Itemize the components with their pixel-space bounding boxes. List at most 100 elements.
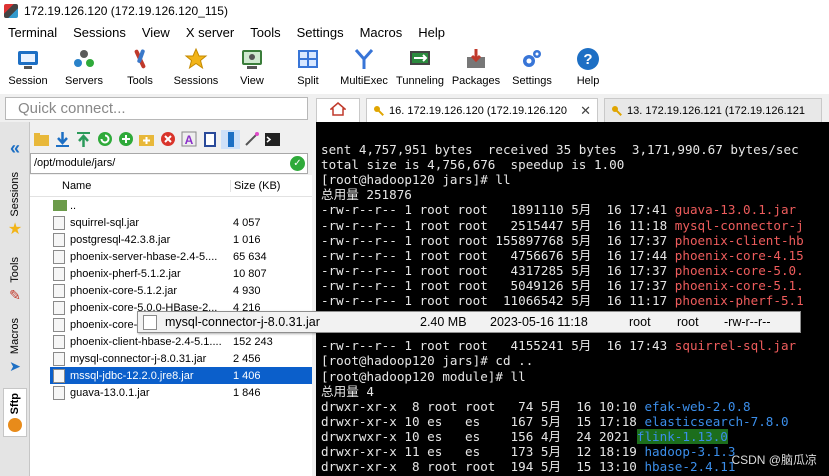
packages-button[interactable]: Packages — [448, 42, 504, 94]
terminal-line: -rw-r--r-- 1 root root 1891110 5月 16 17:… — [321, 202, 796, 217]
tab-session-16[interactable]: 16. 172.19.126.120 (172.19.126.120 ✕ — [366, 98, 598, 122]
terminal-filename: phoenix-core-4.15 — [674, 247, 804, 263]
drag-file-tooltip: mysql-connector-j-8.0.31.jar 2.40 MB 202… — [137, 311, 801, 333]
terminal-line: drwxr-xr-x 8 root root 74 5月 16 10:10 ef… — [321, 399, 751, 414]
file-row[interactable]: mysql-connector-j-8.0.31.jar 2 456 — [30, 350, 312, 367]
sessions-button[interactable]: Sessions — [168, 42, 224, 94]
download-icon[interactable] — [53, 130, 72, 149]
key-icon — [373, 105, 385, 117]
star-icon: ★ — [7, 220, 23, 238]
terminal-filename: phoenix-client-hb — [674, 232, 804, 248]
split-icon — [295, 46, 321, 72]
terminal-line-text: [root@hadoop120 module]# ll — [321, 368, 526, 384]
permissions-icon[interactable] — [221, 129, 240, 149]
file-icon — [53, 300, 65, 315]
menu-xserver[interactable]: X server — [178, 25, 242, 40]
folder-up-icon[interactable] — [32, 130, 51, 149]
file-row[interactable]: phoenix-pherf-5.1.2.jar 10 807 — [30, 265, 312, 282]
tooltip-file-size: 2.40 MB — [420, 315, 467, 329]
terminal-line-text: -rw-r--r-- 1 root root 5049126 5月 16 17:… — [321, 277, 675, 293]
menu-terminal[interactable]: Terminal — [0, 25, 65, 40]
terminal-line: -rw-r--r-- 1 root root 5049126 5月 16 17:… — [321, 278, 804, 293]
column-header-size[interactable]: Size (KB) — [230, 179, 280, 192]
tunneling-button[interactable]: Tunneling — [392, 42, 448, 94]
sftp-path-input[interactable]: /opt/module/jars/ ✓ — [30, 153, 308, 174]
collapse-sidebar-button[interactable]: « — [3, 138, 27, 159]
session-tabs: 16. 172.19.126.120 (172.19.126.120 ✕ 13.… — [316, 97, 829, 122]
refresh-icon[interactable] — [95, 130, 114, 149]
menu-settings[interactable]: Settings — [289, 25, 352, 40]
packages-icon — [463, 46, 489, 72]
terminal-line-text: drwxr-xr-x 10 es es 167 5月 15 17:18 — [321, 413, 645, 429]
file-icon — [53, 385, 65, 400]
terminal-line-text: drwxrwxr-x 10 es es 156 4月 24 2021 — [321, 428, 637, 444]
terminal-line-text: -rw-r--r-- 1 root root 4317285 5月 16 17:… — [321, 262, 675, 278]
file-row[interactable]: phoenix-client-hbase-2.4-5.1.... 152 243 — [30, 333, 312, 350]
terminal-line: -rw-r--r-- 1 root root 4756676 5月 16 17:… — [321, 248, 804, 263]
star-icon — [183, 46, 209, 72]
terminal-filename: hbase-2.4.11 — [644, 459, 736, 475]
terminal-line-text: drwxr-xr-x 11 es es 173 5月 12 18:19 — [321, 444, 645, 459]
servers-button[interactable]: Servers — [56, 42, 112, 94]
file-row[interactable]: guava-13.0.1.jar 1 846 — [30, 384, 312, 401]
upload-icon[interactable] — [74, 130, 93, 149]
terminal-line-text: [root@hadoop120 jars]# ll — [321, 172, 511, 188]
file-list-header: Name Size (KB) — [30, 175, 312, 197]
servers-icon — [71, 46, 97, 72]
new-folder-icon[interactable] — [137, 130, 156, 149]
file-row[interactable]: squirrel-sql.jar 4 057 — [30, 214, 312, 231]
file-row[interactable]: postgresql-42.3.8.jar 1 016 — [30, 231, 312, 248]
checkmark-icon[interactable]: ✓ — [290, 156, 305, 171]
text-edit-icon[interactable]: A — [179, 130, 198, 149]
file-row[interactable]: phoenix-server-hbase-2.4-5.... 65 634 — [30, 248, 312, 265]
terminal-line-text: -rw-r--r-- 1 root root 4756676 5月 16 17:… — [321, 247, 675, 263]
home-tab[interactable] — [316, 98, 360, 122]
file-row-parent[interactable]: .. — [30, 197, 312, 214]
file-icon — [53, 334, 65, 349]
terminal-line-text: [root@hadoop120 jars]# cd .. — [321, 353, 534, 369]
tooltip-file-group: root — [677, 315, 699, 329]
tab-session-13[interactable]: 13. 172.19.126.121 (172.19.126.121 — [604, 98, 822, 122]
side-tab-sessions[interactable]: Sessions ★ — [3, 172, 27, 239]
delete-icon[interactable] — [158, 130, 177, 149]
column-header-name[interactable]: Name — [30, 180, 230, 192]
terminal-filename: hadoop-3.1.3 — [644, 444, 736, 459]
view-button[interactable]: View — [224, 42, 280, 94]
menu-tools[interactable]: Tools — [242, 25, 288, 40]
menu-view[interactable]: View — [134, 25, 178, 40]
menu-sessions[interactable]: Sessions — [65, 25, 134, 40]
sftp-icon — [8, 418, 22, 433]
file-row[interactable]: phoenix-core-5.1.2.jar 4 930 — [30, 282, 312, 299]
view-icon — [239, 46, 265, 72]
left-sidebar: « Sessions ★ Tools ✎ Macros ➤ Sftp — [0, 122, 30, 476]
settings-button[interactable]: Settings — [504, 42, 560, 94]
terminal-icon[interactable] — [263, 130, 282, 149]
binary-file-icon[interactable] — [200, 130, 219, 149]
session-button[interactable]: Session — [0, 42, 56, 94]
svg-text:A: A — [184, 133, 193, 147]
file-icon — [53, 266, 65, 281]
folder-up-icon — [53, 200, 67, 211]
terminal-line-text: -rw-r--r-- 1 root root 1891110 5月 16 17:… — [321, 202, 675, 218]
file-row-selected[interactable]: mssql-jdbc-12.2.0.jre8.jar 1 406 — [50, 367, 312, 384]
close-icon[interactable]: ✕ — [576, 103, 591, 119]
multiexec-button[interactable]: MultiExec — [336, 42, 392, 94]
tools-icon: ✎ — [9, 286, 21, 303]
terminal-filename: phoenix-core-5.1. — [674, 277, 804, 293]
terminal-line-text: -rw-r--r-- 1 root root 155897768 5月 16 1… — [321, 232, 675, 248]
side-tab-tools[interactable]: Tools ✎ — [3, 257, 27, 304]
terminal-line-text: 总用量 4 — [321, 383, 374, 399]
side-tab-macros[interactable]: Macros ➤ — [3, 318, 27, 375]
quick-connect-input[interactable]: Quick connect... — [5, 97, 308, 120]
terminal-line-text: 总用量 251876 — [321, 187, 412, 203]
side-tab-sftp[interactable]: Sftp — [3, 388, 27, 438]
new-file-icon[interactable] — [116, 130, 135, 149]
split-button[interactable]: Split — [280, 42, 336, 94]
menu-macros[interactable]: Macros — [352, 25, 411, 40]
terminal-output[interactable]: sent 4,757,951 bytes received 35 bytes 3… — [316, 122, 829, 476]
help-button[interactable]: ? Help — [560, 42, 616, 94]
terminal-line-text: -rw-r--r-- 1 root root 2515447 5月 16 11:… — [321, 217, 675, 233]
tools-button[interactable]: Tools — [112, 42, 168, 94]
menu-help[interactable]: Help — [410, 25, 453, 40]
magic-wand-icon[interactable] — [242, 130, 261, 149]
